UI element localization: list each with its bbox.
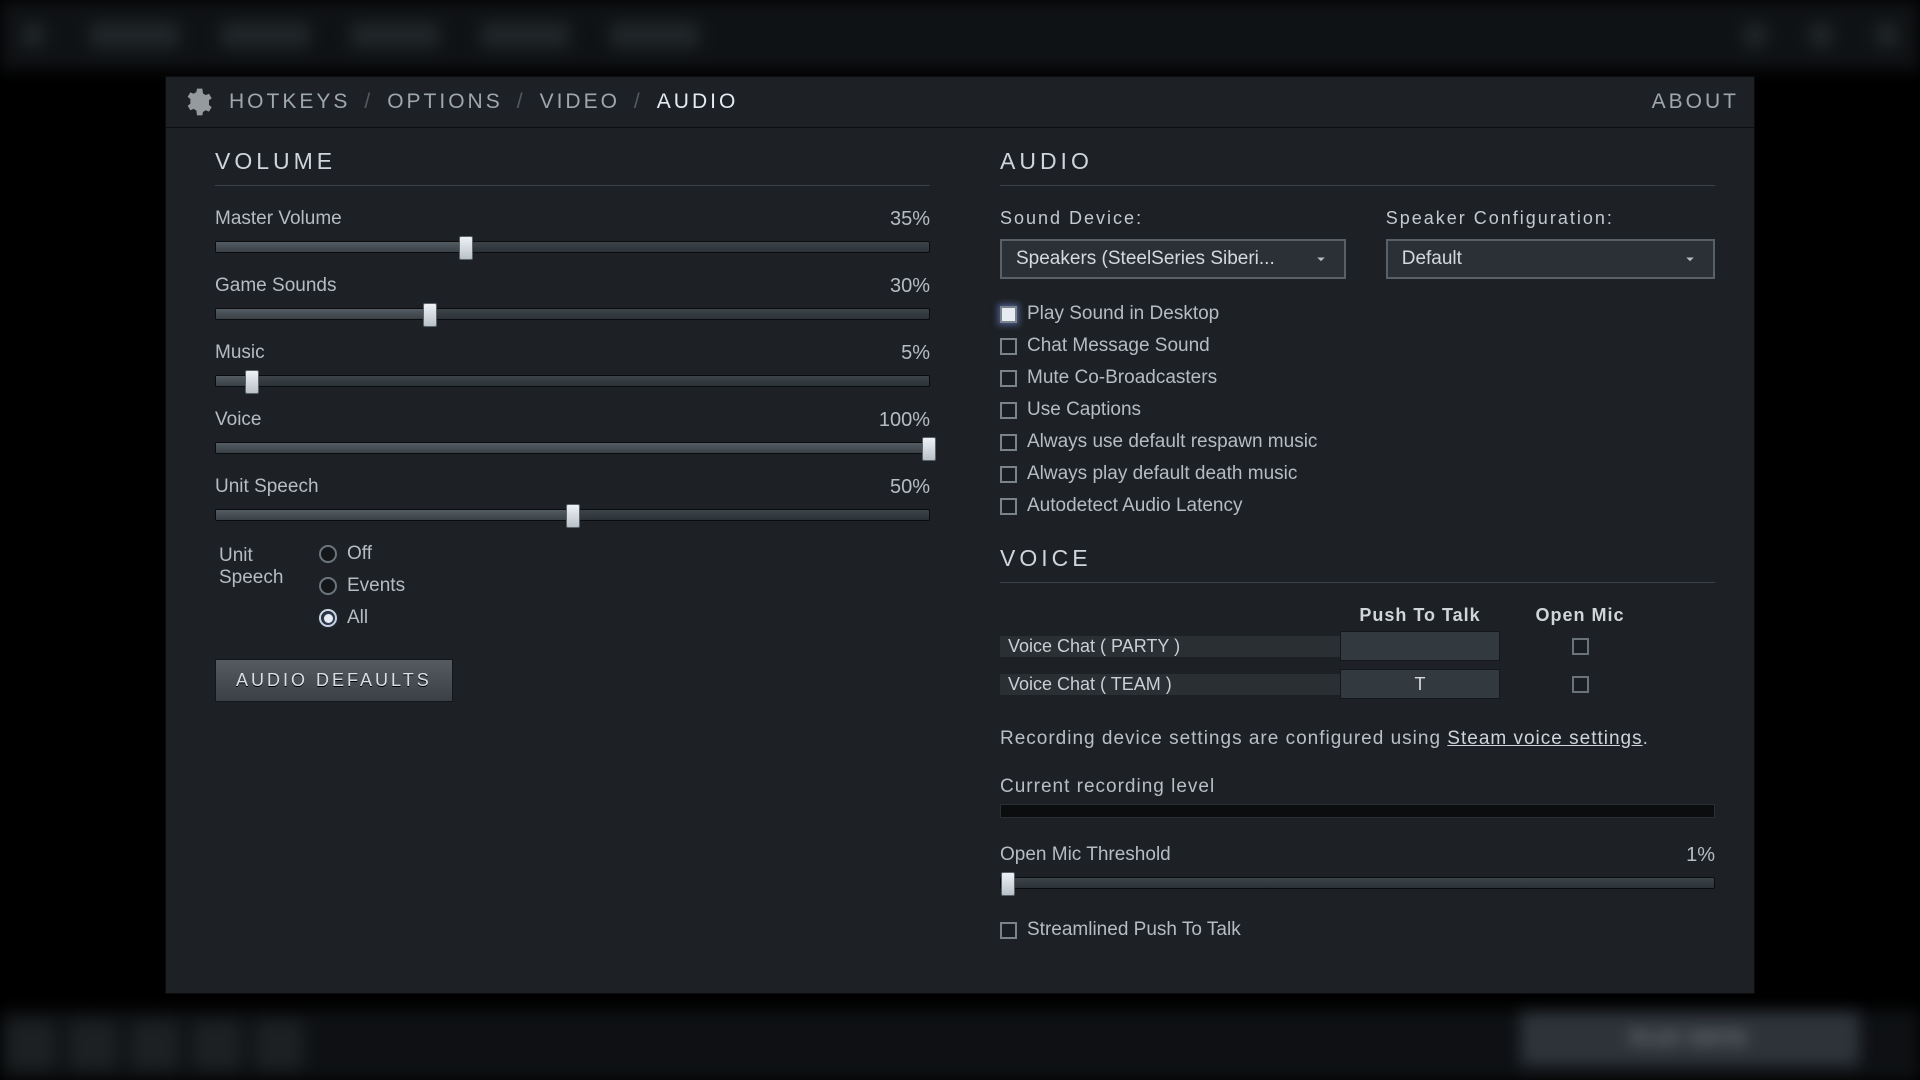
audio-column: AUDIO Sound Device: Speakers (SteelSerie… (990, 128, 1755, 994)
tab-options[interactable]: OPTIONS (387, 90, 503, 114)
checkbox-label: Autodetect Audio Latency (1027, 495, 1243, 517)
checkbox-label: Mute Co-Broadcasters (1027, 367, 1217, 389)
radio-icon (319, 545, 337, 563)
radio-icon (319, 577, 337, 595)
sound-device-select[interactable]: Speakers (SteelSeries Siberi... (1000, 239, 1346, 279)
unit-speech-radio-all[interactable]: All (319, 607, 405, 629)
volume-slider[interactable] (215, 442, 930, 454)
radio-label: Events (347, 575, 405, 597)
checkbox-icon (1000, 370, 1017, 387)
voice-push-keybind[interactable] (1340, 631, 1500, 661)
threshold-slider[interactable] (1000, 877, 1715, 889)
checkbox-label: Play Sound in Desktop (1027, 303, 1219, 325)
checkbox-icon (1000, 338, 1017, 355)
speaker-config-value: Default (1402, 248, 1462, 270)
tab-about[interactable]: ABOUT (1652, 90, 1739, 114)
unit-speech-radio-group: Unit Speech Off Events All (219, 543, 930, 629)
chevron-down-icon (1681, 250, 1699, 268)
audio-checkbox[interactable]: Use Captions (1000, 399, 1715, 421)
slider-label: Unit Speech (215, 476, 319, 499)
sound-device-value: Speakers (SteelSeries Siberi... (1016, 248, 1275, 270)
slider-value: 100% (879, 409, 930, 432)
voice-col-push: Push To Talk (1340, 605, 1500, 626)
threshold-value: 1% (1686, 844, 1715, 867)
checkbox-icon (1000, 402, 1017, 419)
settings-tabs: HOTKEYS/ OPTIONS/ VIDEO/ AUDIO ABOUT (165, 76, 1755, 128)
audio-defaults-button[interactable]: AUDIO DEFAULTS (215, 659, 453, 702)
audio-checkbox[interactable]: Always use default respawn music (1000, 431, 1715, 453)
audio-checkbox[interactable]: Chat Message Sound (1000, 335, 1715, 357)
unit-speech-radio-off[interactable]: Off (319, 543, 405, 565)
audio-checkbox[interactable]: Play Sound in Desktop (1000, 303, 1715, 325)
checkbox-icon (1000, 306, 1017, 323)
checkbox-icon (1000, 434, 1017, 451)
speaker-config-select[interactable]: Default (1386, 239, 1715, 279)
audio-checkbox[interactable]: Mute Co-Broadcasters (1000, 367, 1715, 389)
voice-col-open: Open Mic (1500, 605, 1660, 626)
tab-video[interactable]: VIDEO (540, 90, 620, 114)
slider-value: 50% (890, 476, 930, 499)
voice-hint: Recording device settings are configured… (1000, 728, 1715, 750)
volume-column: VOLUME Master Volume 35% Game Sounds 30% Mus… (165, 128, 990, 994)
slider-label: Music (215, 342, 265, 365)
radio-label: Off (347, 543, 372, 565)
recording-level-label: Current recording level (1000, 776, 1715, 798)
slider-value: 35% (890, 208, 930, 231)
radio-label: All (347, 607, 368, 629)
checkbox-label: Use Captions (1027, 399, 1141, 421)
tab-hotkeys[interactable]: HOTKEYS (229, 90, 350, 114)
voice-openmic-checkbox[interactable] (1572, 638, 1589, 655)
game-topbar-blurred (0, 0, 1920, 70)
voice-push-keybind[interactable]: T (1340, 669, 1500, 699)
audio-checkbox[interactable]: Always play default death music (1000, 463, 1715, 485)
streamlined-ptt-label: Streamlined Push To Talk (1027, 919, 1241, 941)
volume-slider[interactable] (215, 241, 930, 253)
audio-checkbox[interactable]: Autodetect Audio Latency (1000, 495, 1715, 517)
tab-audio[interactable]: AUDIO (657, 90, 739, 114)
voice-openmic-checkbox[interactable] (1572, 676, 1589, 693)
streamlined-ptt-checkbox[interactable]: Streamlined Push To Talk (1000, 919, 1715, 941)
threshold-label: Open Mic Threshold (1000, 844, 1171, 867)
audio-title: AUDIO (1000, 148, 1715, 175)
volume-title: VOLUME (215, 148, 930, 175)
checkbox-icon (1000, 922, 1017, 939)
voice-row-label: Voice Chat ( TEAM ) (1000, 674, 1340, 695)
checkbox-label: Chat Message Sound (1027, 335, 1210, 357)
checkbox-icon (1000, 466, 1017, 483)
unit-speech-radio-label: Unit Speech (219, 543, 319, 629)
slider-label: Master Volume (215, 208, 342, 231)
voice-row-label: Voice Chat ( PARTY ) (1000, 636, 1340, 657)
slider-value: 5% (901, 342, 930, 365)
play-dota-button-blurred: PLAY DOTA (1520, 1012, 1860, 1066)
radio-icon (319, 609, 337, 627)
volume-slider[interactable] (215, 308, 930, 320)
speaker-config-label: Speaker Configuration: (1386, 208, 1715, 229)
volume-slider[interactable] (215, 375, 930, 387)
slider-value: 30% (890, 275, 930, 298)
checkbox-label: Always use default respawn music (1027, 431, 1317, 453)
recording-level-meter (1000, 804, 1715, 818)
slider-label: Voice (215, 409, 261, 432)
sound-device-label: Sound Device: (1000, 208, 1346, 229)
slider-label: Game Sounds (215, 275, 336, 298)
settings-panel: HOTKEYS/ OPTIONS/ VIDEO/ AUDIO ABOUT VOL… (165, 76, 1755, 994)
unit-speech-radio-events[interactable]: Events (319, 575, 405, 597)
gear-icon (181, 86, 213, 118)
volume-slider[interactable] (215, 509, 930, 521)
checkbox-label: Always play default death music (1027, 463, 1297, 485)
steam-voice-settings-link[interactable]: Steam voice settings (1447, 728, 1642, 749)
checkbox-icon (1000, 498, 1017, 515)
voice-title: VOICE (1000, 545, 1715, 572)
chevron-down-icon (1312, 250, 1330, 268)
